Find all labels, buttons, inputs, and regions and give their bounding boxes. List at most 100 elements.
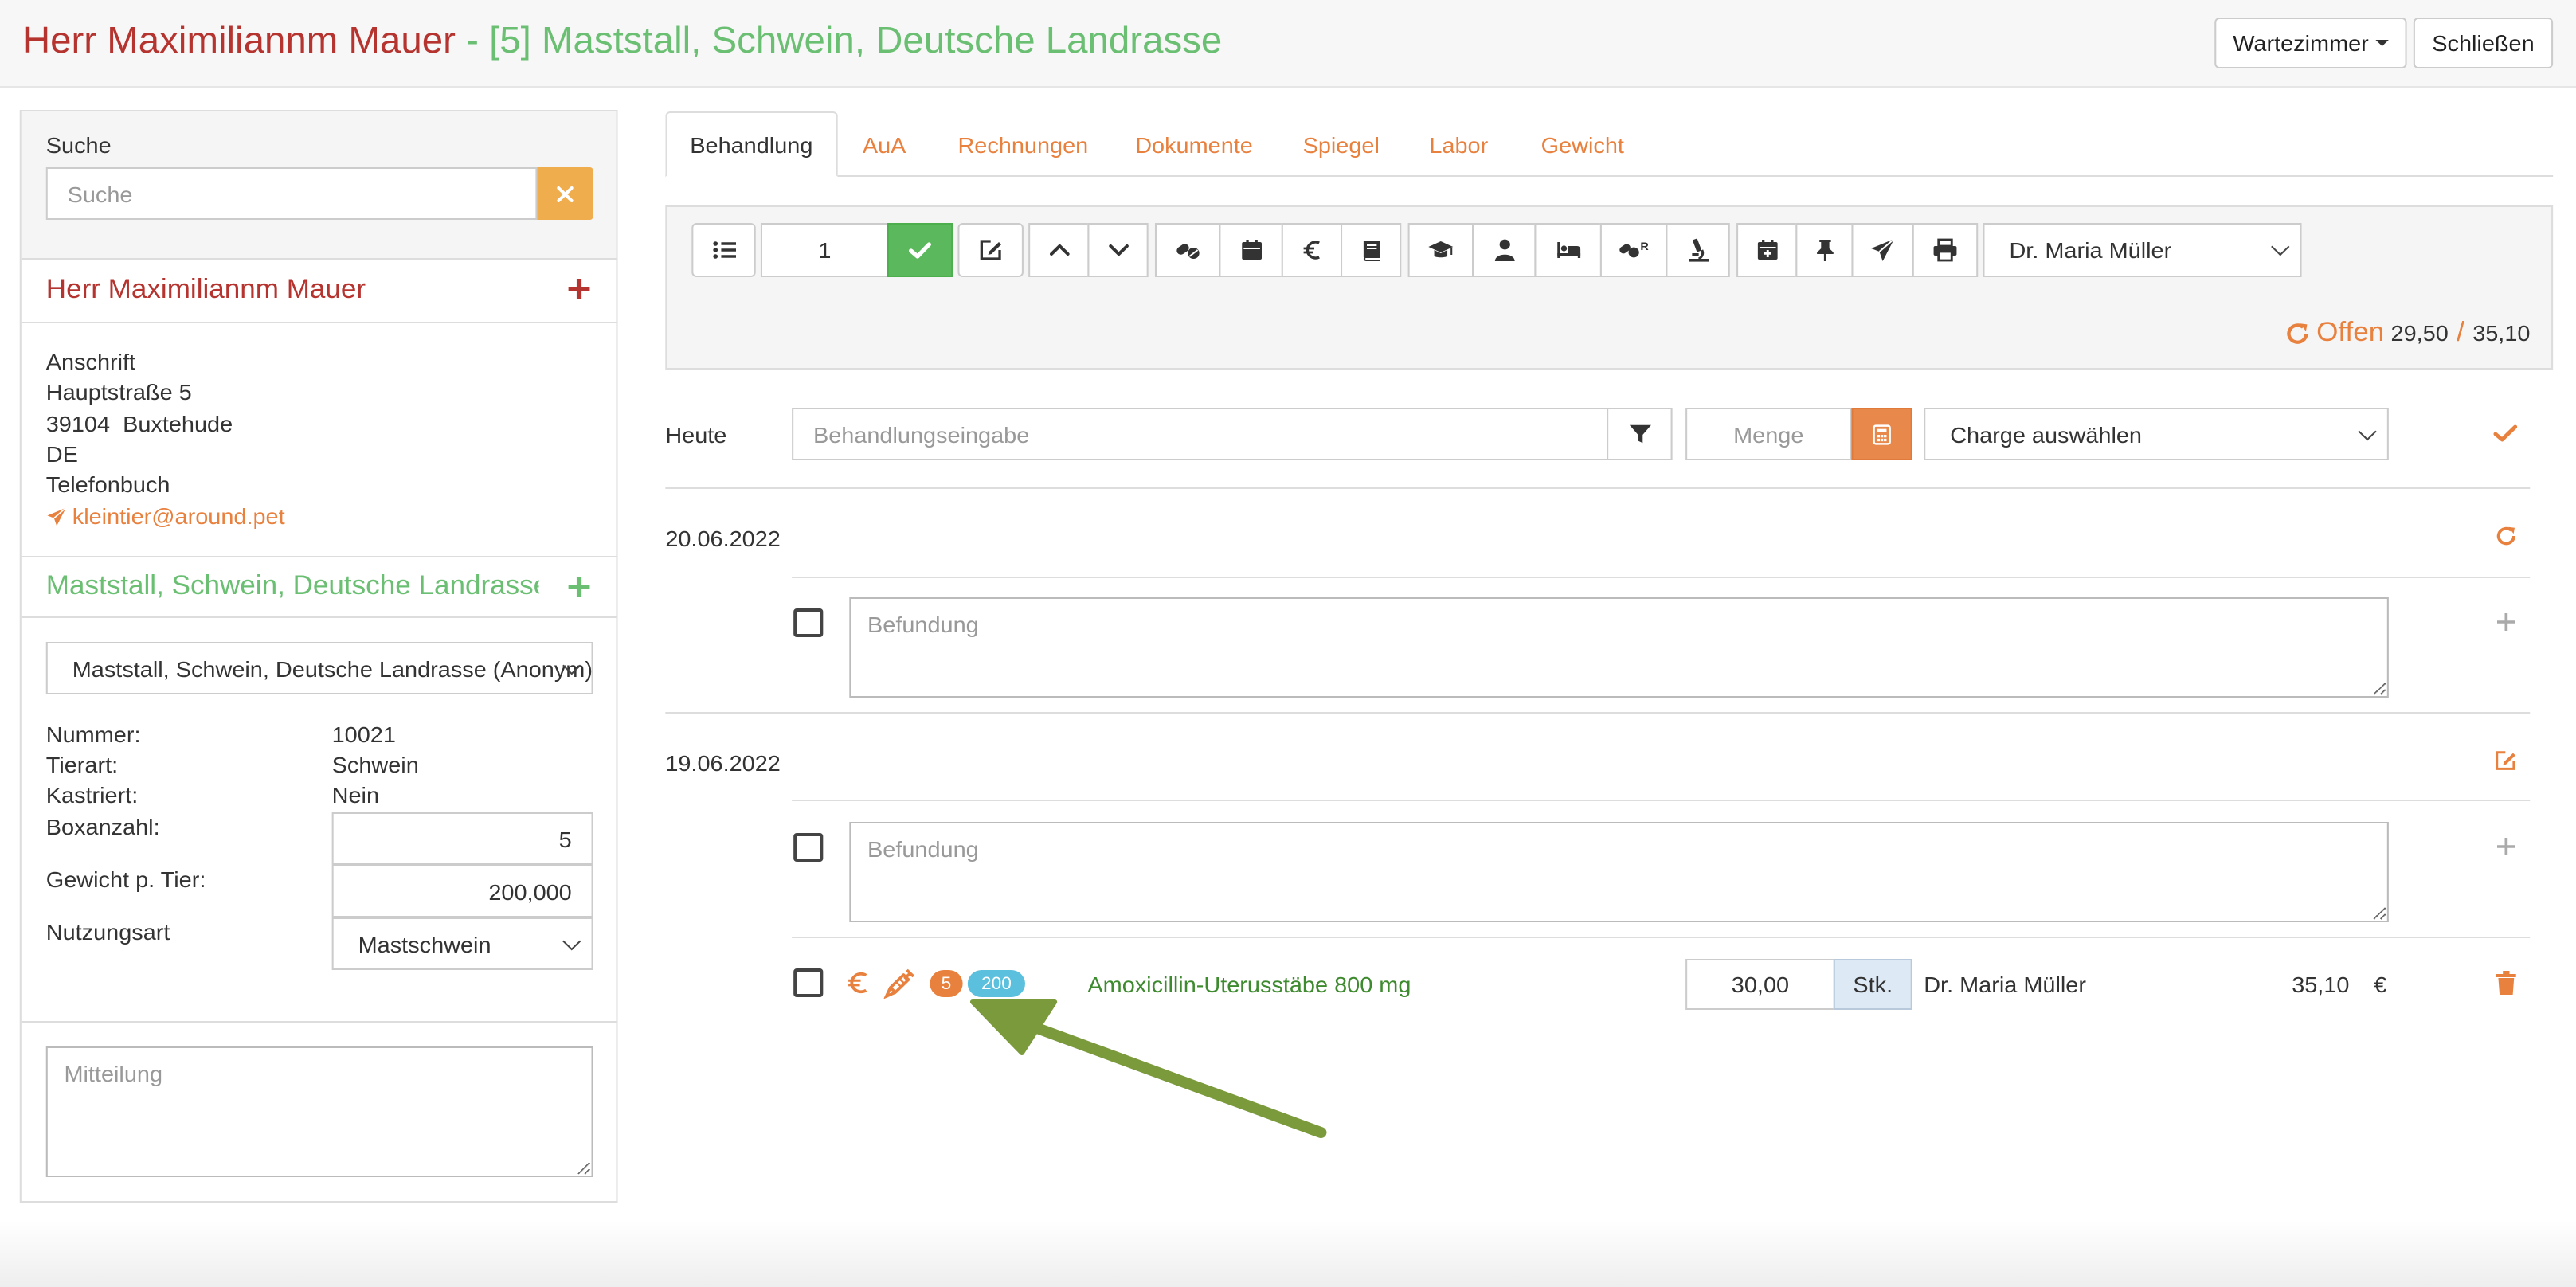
title-separator: - xyxy=(455,19,490,61)
confirm-count-button[interactable] xyxy=(887,223,953,277)
sidebar-panel: Suche Herr Maximiliannm Mauer Anschrift … xyxy=(19,110,618,1203)
record-date: 19.06.2022 xyxy=(665,750,781,776)
add-animal-button[interactable] xyxy=(567,575,592,599)
unit-label: Stk. xyxy=(1833,959,1912,1010)
usage-select[interactable]: Mastschwein xyxy=(331,917,593,970)
annotation-arrow-icon xyxy=(969,999,1327,1138)
medication-button[interactable] xyxy=(1154,223,1221,277)
item-doctor: Dr. Maria Müller xyxy=(1924,972,2086,997)
chevron-down-icon xyxy=(2358,421,2377,440)
doctor-select[interactable]: Dr. Maria Müller xyxy=(1983,223,2302,277)
tab-aua[interactable]: AuA xyxy=(840,111,929,177)
animal-title: [5] Maststall, Schwein, Deutsche Landras… xyxy=(489,19,1223,61)
billing-button[interactable] xyxy=(1281,223,1343,277)
search-label: Suche xyxy=(45,132,112,158)
print-button[interactable] xyxy=(1912,223,1979,277)
prescription-button[interactable]: R xyxy=(1599,223,1668,277)
owner-title: Herr Maximiliannm Mauer xyxy=(22,19,456,61)
findings-checkbox[interactable] xyxy=(793,608,824,637)
tab-labor[interactable]: Labor xyxy=(1407,111,1512,177)
chevron-down-icon xyxy=(1105,237,1131,263)
check-icon xyxy=(907,237,934,263)
item-price: 35,10 xyxy=(2292,972,2350,997)
edit-record-button[interactable] xyxy=(2492,749,2519,773)
thumbtack-icon xyxy=(1811,237,1838,263)
plus-icon xyxy=(568,279,590,299)
findings-textarea[interactable] xyxy=(849,822,2389,922)
address-street: Hauptstraße 5 xyxy=(45,379,192,405)
filter-button[interactable] xyxy=(1607,408,1673,460)
item-checkbox[interactable] xyxy=(793,968,824,997)
edit-button[interactable] xyxy=(957,223,1024,277)
person-button[interactable] xyxy=(1472,223,1537,277)
submit-entry-button[interactable] xyxy=(2492,422,2519,444)
calendar-button[interactable] xyxy=(1219,223,1283,277)
send-button[interactable] xyxy=(1851,223,1914,277)
microscope-icon xyxy=(1685,237,1711,263)
usage-label: Nutzungsart xyxy=(45,919,170,945)
trash-icon xyxy=(2496,971,2516,995)
record-date: 20.06.2022 xyxy=(665,526,781,551)
item-quantity-input[interactable] xyxy=(1685,959,1835,1010)
refresh-record-button[interactable] xyxy=(2494,524,2519,548)
book-icon xyxy=(1358,237,1384,263)
calculator-icon xyxy=(1873,424,1891,444)
tab-dokumente[interactable]: Dokumente xyxy=(1112,111,1275,177)
neutered-label: Kastriert: xyxy=(45,782,139,808)
email-text: kleintier@around.pet xyxy=(72,503,285,529)
graduation-cap-icon xyxy=(1427,237,1454,263)
weight-input[interactable] xyxy=(331,865,593,917)
count-input[interactable] xyxy=(760,223,889,277)
billable-indicator[interactable] xyxy=(846,968,871,997)
batch-select[interactable]: Charge auswählen xyxy=(1924,408,2389,460)
refresh-icon xyxy=(2287,323,2308,343)
list-icon xyxy=(711,237,737,263)
appointment-button[interactable] xyxy=(1736,223,1798,277)
add-owner-button[interactable] xyxy=(567,277,592,301)
paper-plane-icon xyxy=(1869,237,1896,263)
euro-icon xyxy=(848,972,867,994)
user-icon xyxy=(1491,237,1517,263)
findings-checkbox[interactable] xyxy=(793,833,824,862)
address-city: 39104 Buxtehude xyxy=(45,411,233,436)
quantity-input[interactable] xyxy=(1685,408,1852,460)
bottom-strip xyxy=(0,1220,2576,1287)
today-label: Heute xyxy=(665,422,727,448)
clear-search-button[interactable] xyxy=(537,167,593,220)
item-currency: € xyxy=(2374,972,2387,997)
animal-name[interactable]: Maststall, Schwein, Deutsche Landrasse xyxy=(46,570,539,602)
treatment-input[interactable] xyxy=(792,408,1609,460)
pin-button[interactable] xyxy=(1795,223,1854,277)
top-bar: Herr Maximiliannm Mauer - [5] Maststall,… xyxy=(0,0,2576,88)
move-up-button[interactable] xyxy=(1028,223,1090,277)
search-input[interactable] xyxy=(45,167,538,220)
tab-gewicht[interactable]: Gewicht xyxy=(1518,111,1647,177)
paper-plane-icon xyxy=(47,507,67,526)
print-icon xyxy=(1932,237,1959,263)
box-count-input[interactable] xyxy=(331,812,593,865)
tab-rechnungen[interactable]: Rechnungen xyxy=(935,111,1112,177)
email-link[interactable]: kleintier@around.pet xyxy=(46,503,285,529)
add-findings-button[interactable] xyxy=(2496,836,2517,857)
tab-spiegel[interactable]: Spiegel xyxy=(1280,111,1403,177)
injection-indicator[interactable] xyxy=(883,967,917,999)
close-icon xyxy=(557,186,574,201)
animal-select[interactable]: Maststall, Schwein, Deutsche Landrasse (… xyxy=(45,642,593,694)
add-findings-button[interactable] xyxy=(2496,612,2517,632)
education-button[interactable] xyxy=(1407,223,1474,277)
inpatient-button[interactable] xyxy=(1534,223,1602,277)
message-textarea[interactable] xyxy=(45,1046,593,1177)
calculator-button[interactable] xyxy=(1851,408,1912,460)
number-label: Nummer: xyxy=(45,722,141,747)
owner-name[interactable]: Herr Maximiliannm Mauer xyxy=(46,274,366,306)
waiting-room-button[interactable]: Wartezimmer xyxy=(2214,18,2407,68)
findings-textarea[interactable] xyxy=(849,597,2389,698)
close-button[interactable]: Schließen xyxy=(2413,18,2554,68)
tab-behandlung[interactable]: Behandlung xyxy=(665,111,838,177)
chevron-down-icon xyxy=(562,931,581,950)
laboratory-button[interactable] xyxy=(1666,223,1730,277)
list-button[interactable] xyxy=(691,223,756,277)
delete-item-button[interactable] xyxy=(2496,970,2517,996)
move-down-button[interactable] xyxy=(1087,223,1149,277)
book-button[interactable] xyxy=(1341,223,1402,277)
